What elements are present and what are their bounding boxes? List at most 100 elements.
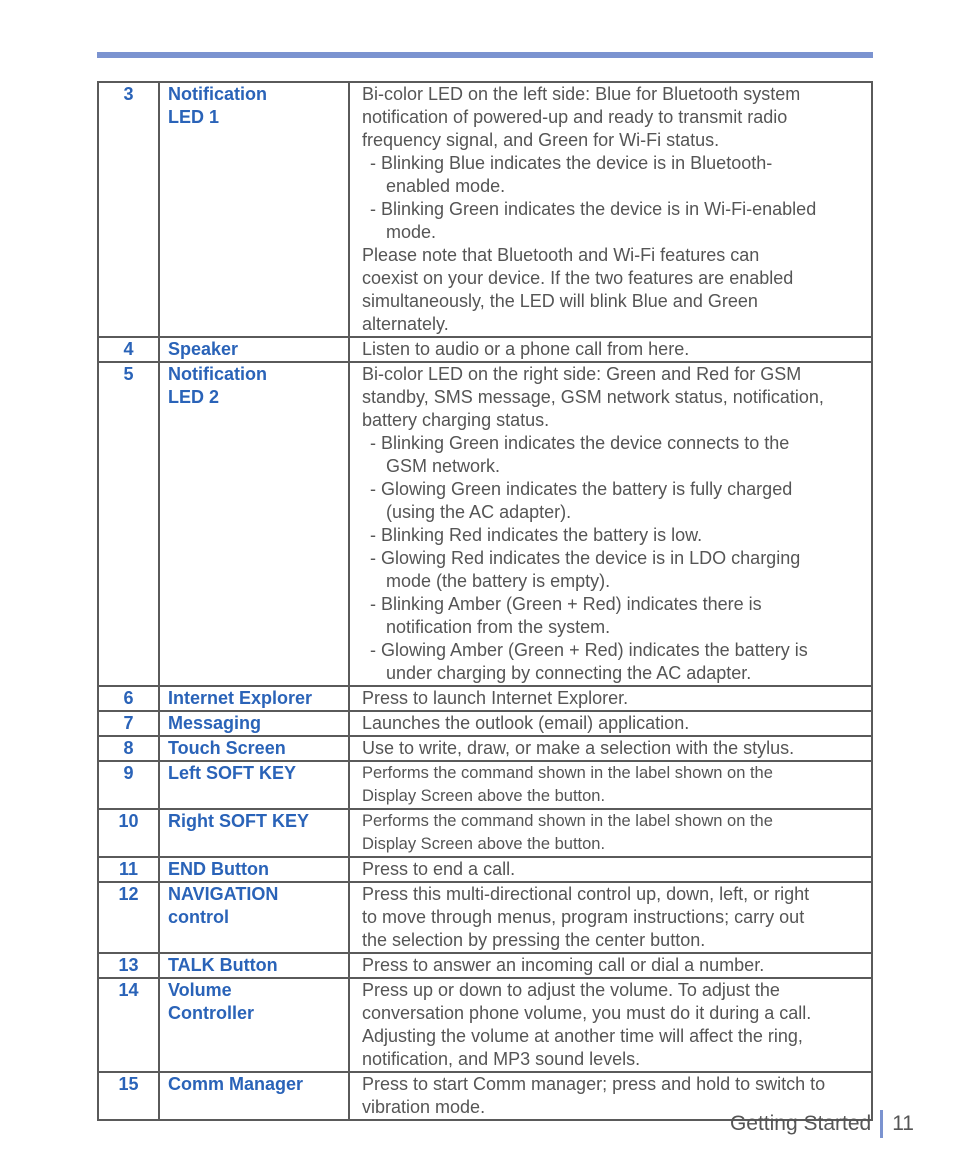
description-bullet: - Blinking Green indicates the device is… bbox=[370, 199, 817, 219]
item-name: Right SOFT KEY bbox=[158, 808, 350, 858]
description-continuation: (using the AC adapter). bbox=[386, 502, 572, 522]
table-row: 8 Touch Screen Use to write, draw, or make… bbox=[97, 735, 873, 762]
item-name: Speaker bbox=[158, 336, 350, 363]
item-description: Use to write, draw, or make a selection … bbox=[348, 735, 873, 762]
item-name-line: Messaging bbox=[168, 713, 262, 733]
item-number: 15 bbox=[97, 1071, 160, 1121]
item-number: 10 bbox=[97, 808, 160, 858]
description-bullet: - Glowing Amber (Green + Red) indicates … bbox=[370, 640, 808, 660]
item-name: TALK Button bbox=[158, 952, 350, 979]
item-name-line: NAVIGATION bbox=[168, 884, 279, 904]
item-name-line: Notification bbox=[168, 84, 267, 104]
item-number: 6 bbox=[97, 685, 160, 712]
table-row: 7 Messaging Launches the outlook (email) a… bbox=[97, 710, 873, 737]
item-name: Notification LED 1 bbox=[158, 81, 350, 338]
description-continuation: GSM network. bbox=[386, 456, 501, 476]
description-line: Press to start Comm manager; press and h… bbox=[362, 1074, 826, 1094]
item-name-line: control bbox=[168, 907, 229, 927]
description-line: conversation phone volume, you must do i… bbox=[362, 1003, 812, 1023]
description-bullet: - Blinking Amber (Green + Red) indicates… bbox=[370, 594, 762, 614]
description-line: Press this multi-directional control up,… bbox=[362, 884, 810, 904]
description-line: standby, SMS message, GSM network status… bbox=[362, 387, 824, 407]
description-line: Press to launch Internet Explorer. bbox=[362, 688, 629, 708]
description-line: Launches the outlook (email) application… bbox=[362, 713, 690, 733]
description-line: notification, and MP3 sound levels. bbox=[362, 1049, 641, 1069]
item-description: Bi-color LED on the left side: Blue for … bbox=[348, 81, 873, 338]
item-name: Left SOFT KEY bbox=[158, 760, 350, 810]
item-number: 9 bbox=[97, 760, 160, 810]
item-name-line: END Button bbox=[168, 859, 269, 879]
item-number: 14 bbox=[97, 977, 160, 1073]
table-row: 11 END Button Press to end a call. bbox=[97, 856, 873, 883]
table-row: 14 Volume Controller Press up or down to ad… bbox=[97, 977, 873, 1073]
description-line: Adjusting the volume at another time wil… bbox=[362, 1026, 803, 1046]
description-line: notification of powered-up and ready to … bbox=[362, 107, 788, 127]
item-description: Performs the command shown in the label … bbox=[348, 760, 873, 810]
item-number: 7 bbox=[97, 710, 160, 737]
item-description: Performs the command shown in the label … bbox=[348, 808, 873, 858]
item-name-line: Right SOFT KEY bbox=[168, 811, 309, 831]
item-number: 12 bbox=[97, 881, 160, 954]
table-row: 9 Left SOFT KEY Performs the command shown… bbox=[97, 760, 873, 810]
page-number: 11 bbox=[892, 1112, 914, 1135]
item-name: Comm Manager bbox=[158, 1071, 350, 1121]
table-row: 6 Internet Explorer Press to launch Intern… bbox=[97, 685, 873, 712]
item-name-line: Controller bbox=[168, 1003, 255, 1023]
component-table-body: 3 Notification LED 1 Bi-color LED on the le… bbox=[97, 81, 873, 1121]
item-description: Press to launch Internet Explorer. bbox=[348, 685, 873, 712]
item-name-line: Speaker bbox=[168, 339, 239, 359]
item-name-line: Comm Manager bbox=[168, 1074, 304, 1094]
item-name-line: LED 2 bbox=[168, 387, 220, 407]
description-line: Please note that Bluetooth and Wi-Fi fea… bbox=[362, 245, 760, 265]
item-description: Press up or down to adjust the volume. T… bbox=[348, 977, 873, 1073]
item-description: Press this multi-directional control up,… bbox=[348, 881, 873, 954]
item-number: 13 bbox=[97, 952, 160, 979]
description-line: coexist on your device. If the two featu… bbox=[362, 268, 794, 288]
description-line: Bi-color LED on the left side: Blue for … bbox=[362, 84, 801, 104]
description-line: Use to write, draw, or make a selection … bbox=[362, 738, 795, 758]
section-title: Getting Started bbox=[729, 1112, 872, 1135]
description-continuation: notification from the system. bbox=[386, 617, 611, 637]
description-line: the selection by pressing the center but… bbox=[362, 930, 706, 950]
item-description: Listen to audio or a phone call from her… bbox=[348, 336, 873, 363]
description-continuation: under charging by connecting the AC adap… bbox=[386, 663, 752, 683]
item-name-line: Internet Explorer bbox=[168, 688, 313, 708]
description-line: to move through menus, program instructi… bbox=[362, 907, 805, 927]
item-name-line: LED 1 bbox=[168, 107, 220, 127]
description-continuation: enabled mode. bbox=[386, 176, 506, 196]
description-line: Listen to audio or a phone call from her… bbox=[362, 339, 690, 359]
description-line: simultaneously, the LED will blink Blue … bbox=[362, 291, 758, 311]
description-bullet: - Glowing Green indicates the battery is… bbox=[370, 479, 793, 499]
description-line: Performs the command shown in the label … bbox=[362, 812, 773, 830]
table-row: 5 Notification LED 2 Bi-color LED on the ri… bbox=[97, 361, 873, 687]
description-continuation: mode (the battery is empty). bbox=[386, 571, 611, 591]
description-line: Press to end a call. bbox=[362, 859, 516, 879]
description-bullet: - Blinking Red indicates the battery is … bbox=[370, 525, 703, 545]
description-bullet: - Glowing Red indicates the device is in… bbox=[370, 548, 801, 568]
table-row: 13 TALK Button Press to answer an incoming… bbox=[97, 952, 873, 979]
description-line: alternately. bbox=[362, 314, 449, 334]
item-description: Press to answer an incoming call or dial… bbox=[348, 952, 873, 979]
item-number: 5 bbox=[97, 361, 160, 687]
item-name: Internet Explorer bbox=[158, 685, 350, 712]
description-line: battery charging status. bbox=[362, 410, 550, 430]
component-table: 3 Notification LED 1 Bi-color LED on the le… bbox=[97, 81, 873, 1121]
table-row: 3 Notification LED 1 Bi-color LED on the le… bbox=[97, 81, 873, 338]
item-name: Volume Controller bbox=[158, 977, 350, 1073]
table-row: 10 Right SOFT KEY Performs the command sho… bbox=[97, 808, 873, 858]
description-line: Press up or down to adjust the volume. T… bbox=[362, 980, 780, 1000]
item-name-line: Notification bbox=[168, 364, 267, 384]
item-number: 3 bbox=[97, 81, 160, 338]
description-bullet: - Blinking Blue indicates the device is … bbox=[370, 153, 773, 173]
page-footer: Getting Started 11 bbox=[730, 1110, 914, 1138]
item-name: Messaging bbox=[158, 710, 350, 737]
item-name-line: TALK Button bbox=[168, 955, 278, 975]
description-bullet: - Blinking Green indicates the device co… bbox=[370, 433, 790, 453]
item-name: Notification LED 2 bbox=[158, 361, 350, 687]
item-number: 11 bbox=[97, 856, 160, 883]
header-accent-bar bbox=[97, 52, 873, 58]
description-continuation: mode. bbox=[386, 222, 437, 242]
item-name-line: Left SOFT KEY bbox=[168, 763, 297, 783]
item-number: 8 bbox=[97, 735, 160, 762]
item-name: NAVIGATION control bbox=[158, 881, 350, 954]
